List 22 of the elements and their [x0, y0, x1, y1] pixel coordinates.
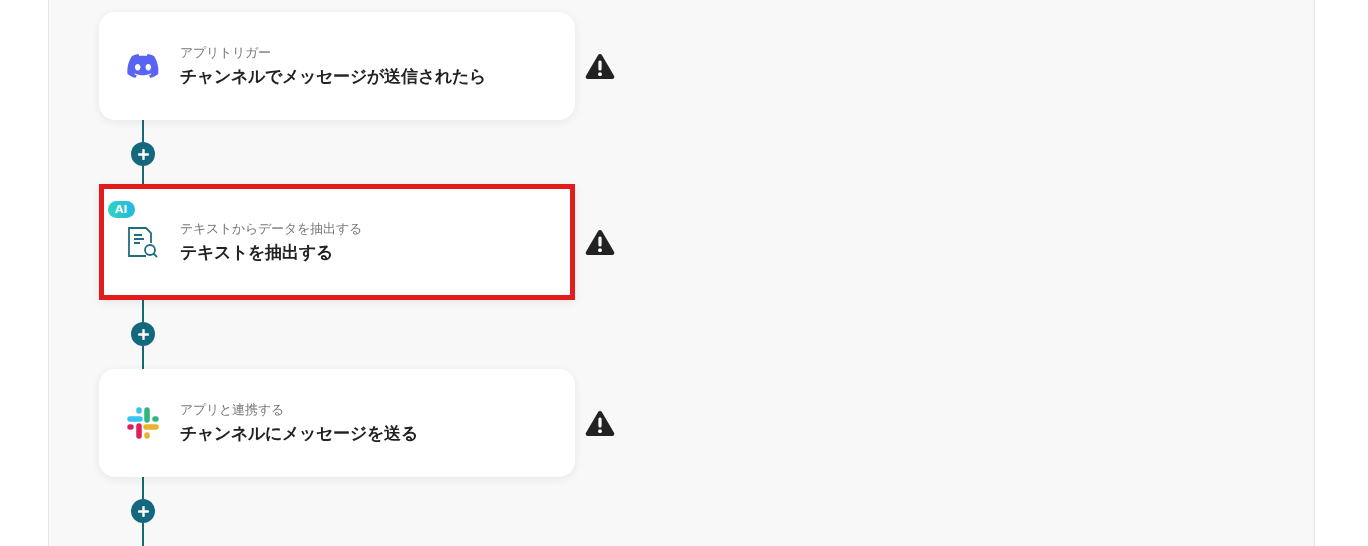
hash-logo-icon — [127, 407, 159, 439]
plus-icon — [137, 505, 149, 517]
game-controller-icon — [127, 54, 159, 78]
step-card[interactable]: アプリと連携する チャンネルにメッセージを送る — [99, 369, 575, 477]
document-search-icon — [126, 225, 160, 259]
step-title: チャンネルでメッセージが送信されたら — [180, 65, 486, 88]
warning-icon[interactable] — [585, 410, 615, 436]
warning-icon[interactable] — [585, 229, 615, 255]
step-title: テキストを抽出する — [180, 241, 334, 264]
ai-badge: AI — [108, 201, 135, 218]
step-type-label: アプリトリガー — [180, 44, 272, 62]
plus-icon — [137, 328, 149, 340]
add-step-button[interactable] — [131, 322, 155, 346]
step-card[interactable]: AI テキストからデータを抽出する テキストを抽出する — [99, 184, 575, 300]
step-card[interactable]: アプリトリガー チャンネルでメッセージが送信されたら — [99, 12, 575, 120]
add-step-button[interactable] — [131, 142, 155, 166]
step-type-label: テキストからデータを抽出する — [180, 220, 362, 238]
plus-icon — [137, 148, 149, 160]
step-title: チャンネルにメッセージを送る — [180, 422, 418, 445]
add-step-button[interactable] — [131, 499, 155, 523]
step-type-label: アプリと連携する — [180, 401, 285, 419]
warning-icon[interactable] — [585, 53, 615, 79]
